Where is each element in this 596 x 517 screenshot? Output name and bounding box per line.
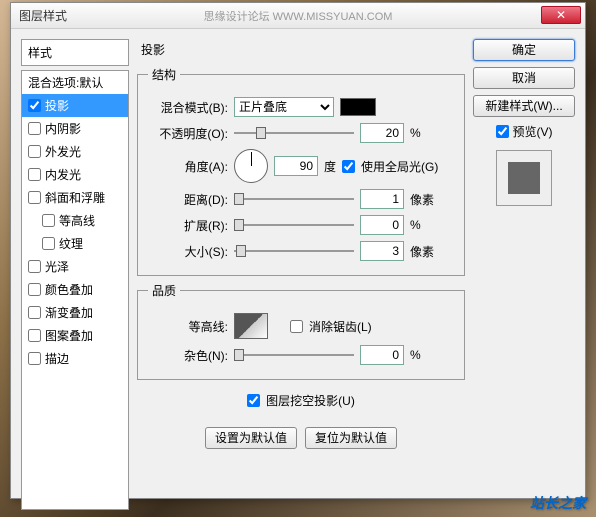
angle-label: 角度(A): — [148, 158, 228, 175]
style-check-bevel[interactable] — [28, 191, 41, 204]
style-item-inner-glow[interactable]: 内发光 — [22, 163, 128, 186]
angle-input[interactable] — [274, 156, 318, 176]
spread-slider[interactable] — [234, 216, 354, 234]
size-unit: 像素 — [410, 243, 434, 260]
style-item-blend-options[interactable]: 混合选项:默认 — [22, 71, 128, 94]
distance-slider[interactable] — [234, 190, 354, 208]
style-check-drop-shadow[interactable] — [28, 99, 41, 112]
style-check-inner-shadow[interactable] — [28, 122, 41, 135]
knockout-label: 图层挖空投影(U) — [266, 392, 355, 409]
style-check-stroke[interactable] — [28, 352, 41, 365]
spread-unit: % — [410, 218, 421, 232]
style-item-pattern-overlay[interactable]: 图案叠加 — [22, 324, 128, 347]
style-item-stroke[interactable]: 描边 — [22, 347, 128, 370]
distance-input[interactable] — [360, 189, 404, 209]
style-check-outer-glow[interactable] — [28, 145, 41, 158]
blend-mode-label: 混合模式(B): — [148, 99, 228, 116]
opacity-slider[interactable] — [234, 124, 354, 142]
watermark-text: 思缘设计论坛 WWW.MISSYUAN.COM — [204, 8, 393, 24]
size-input[interactable] — [360, 241, 404, 261]
style-item-contour[interactable]: 等高线 — [22, 209, 128, 232]
styles-sidebar: 样式 混合选项:默认 投影 内阴影 外发光 内发光 斜面和浮雕 等高线 纹理 光… — [21, 39, 129, 488]
style-item-gradient-overlay[interactable]: 渐变叠加 — [22, 301, 128, 324]
global-light-label: 使用全局光(G) — [361, 158, 438, 175]
noise-input[interactable] — [360, 345, 404, 365]
distance-unit: 像素 — [410, 191, 434, 208]
style-check-contour[interactable] — [42, 214, 55, 227]
structure-legend: 结构 — [148, 66, 180, 83]
size-slider[interactable] — [234, 242, 354, 260]
structure-group: 结构 混合模式(B): 正片叠底 不透明度(O): % 角度(A): 度 — [137, 66, 465, 276]
style-check-satin[interactable] — [28, 260, 41, 273]
style-item-satin[interactable]: 光泽 — [22, 255, 128, 278]
section-title: 投影 — [137, 39, 465, 60]
spread-label: 扩展(R): — [148, 217, 228, 234]
style-check-gradient-overlay[interactable] — [28, 306, 41, 319]
noise-unit: % — [410, 348, 421, 362]
knockout-checkbox[interactable] — [247, 394, 260, 407]
angle-dial[interactable] — [234, 149, 268, 183]
sidebar-header: 样式 — [21, 39, 129, 66]
global-light-checkbox[interactable] — [342, 160, 355, 173]
noise-slider[interactable] — [234, 346, 354, 364]
shadow-color-swatch[interactable] — [340, 98, 376, 116]
ok-button[interactable]: 确定 — [473, 39, 575, 61]
footer-logo: 站长之家 — [530, 493, 586, 513]
style-check-color-overlay[interactable] — [28, 283, 41, 296]
preview-label: 预览(V) — [513, 123, 553, 140]
angle-unit: 度 — [324, 158, 336, 175]
quality-group: 品质 等高线: 消除锯齿(L) 杂色(N): % — [137, 282, 465, 380]
titlebar[interactable]: 图层样式 思缘设计论坛 WWW.MISSYUAN.COM ✕ — [11, 3, 585, 29]
make-default-button[interactable]: 设置为默认值 — [205, 427, 297, 449]
opacity-input[interactable] — [360, 123, 404, 143]
reset-default-button[interactable]: 复位为默认值 — [305, 427, 397, 449]
style-item-bevel[interactable]: 斜面和浮雕 — [22, 186, 128, 209]
style-list: 混合选项:默认 投影 内阴影 外发光 内发光 斜面和浮雕 等高线 纹理 光泽 颜… — [21, 70, 129, 510]
preview-thumbnail — [496, 150, 552, 206]
style-item-inner-shadow[interactable]: 内阴影 — [22, 117, 128, 140]
antialias-label: 消除锯齿(L) — [309, 318, 372, 335]
main-panel: 投影 结构 混合模式(B): 正片叠底 不透明度(O): % 角度(A): — [137, 39, 465, 488]
new-style-button[interactable]: 新建样式(W)... — [473, 95, 575, 117]
preview-checkbox[interactable] — [496, 125, 509, 138]
style-item-drop-shadow[interactable]: 投影 — [22, 94, 128, 117]
style-item-outer-glow[interactable]: 外发光 — [22, 140, 128, 163]
quality-legend: 品质 — [148, 282, 180, 299]
contour-picker[interactable] — [234, 313, 268, 339]
spread-input[interactable] — [360, 215, 404, 235]
blend-mode-select[interactable]: 正片叠底 — [234, 97, 334, 117]
opacity-label: 不透明度(O): — [148, 125, 228, 142]
style-check-inner-glow[interactable] — [28, 168, 41, 181]
right-panel: 确定 取消 新建样式(W)... 预览(V) — [473, 39, 575, 488]
cancel-button[interactable]: 取消 — [473, 67, 575, 89]
size-label: 大小(S): — [148, 243, 228, 260]
style-check-pattern-overlay[interactable] — [28, 329, 41, 342]
contour-label: 等高线: — [148, 318, 228, 335]
style-check-texture[interactable] — [42, 237, 55, 250]
noise-label: 杂色(N): — [148, 347, 228, 364]
close-button[interactable]: ✕ — [541, 6, 581, 24]
distance-label: 距离(D): — [148, 191, 228, 208]
opacity-unit: % — [410, 126, 421, 140]
dialog-title: 图层样式 — [15, 7, 67, 24]
layer-style-dialog: 图层样式 思缘设计论坛 WWW.MISSYUAN.COM ✕ 样式 混合选项:默… — [10, 2, 586, 499]
style-item-texture[interactable]: 纹理 — [22, 232, 128, 255]
antialias-checkbox[interactable] — [290, 320, 303, 333]
style-item-color-overlay[interactable]: 颜色叠加 — [22, 278, 128, 301]
